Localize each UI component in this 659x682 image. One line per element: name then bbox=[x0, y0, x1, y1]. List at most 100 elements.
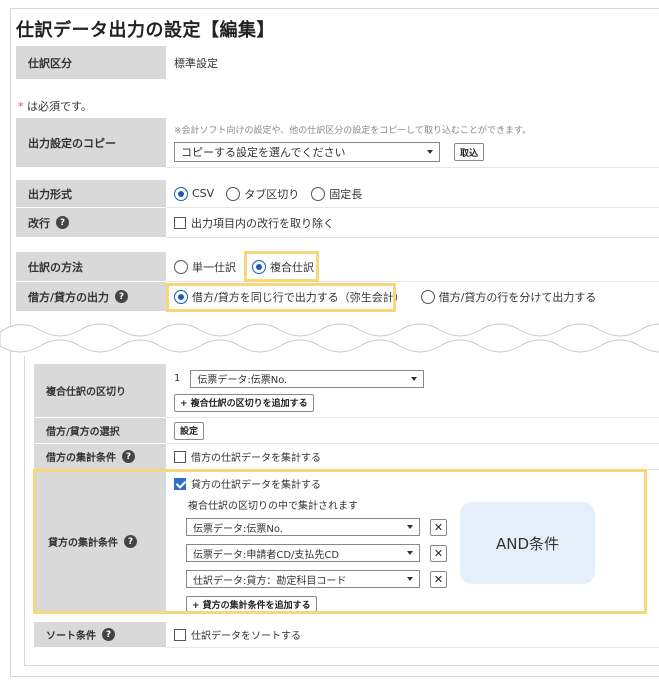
copy-settings-value: ※会計ソフト向けの設定や、他の仕訳区分の設定をコピーして取り込むことができます。… bbox=[166, 118, 659, 168]
credit-aggregate-label-text: 貸方の集計条件 bbox=[48, 538, 118, 549]
help-icon[interactable]: ? bbox=[122, 450, 135, 463]
debit-aggregate-label: 借方の集計条件? bbox=[34, 444, 166, 470]
line-break-label: 改行? bbox=[16, 208, 166, 238]
line-break-value: 出力項目内の改行を取り除く bbox=[166, 208, 659, 238]
help-icon[interactable]: ? bbox=[102, 628, 115, 641]
checkbox-icon bbox=[174, 216, 186, 229]
add-credit-condition-button[interactable]: + 貸方の集計条件を追加する bbox=[186, 596, 317, 612]
close-icon[interactable]: ✕ bbox=[430, 544, 447, 562]
compound-split-label: 複合仕訳の区切り bbox=[34, 364, 166, 418]
line-break-row: 改行? 出力項目内の改行を取り除く bbox=[16, 208, 659, 238]
debit-aggregate-label-text: 借方の集計条件 bbox=[46, 453, 116, 464]
help-icon[interactable]: ? bbox=[124, 535, 137, 548]
compound-split-row: 複合仕訳の区切り 1 伝票データ:伝票No. + 複合仕訳の区切りを追加する bbox=[34, 364, 659, 418]
checkbox-icon bbox=[174, 450, 186, 463]
radio-icon bbox=[311, 186, 326, 201]
radio-selected-icon bbox=[174, 186, 188, 201]
sort-label-text: ソート条件 bbox=[46, 631, 96, 642]
debit-credit-select-row: 借方/貸方の選択 設定 bbox=[34, 418, 659, 444]
radio-label: 単一仕訳 bbox=[192, 260, 236, 274]
debit-credit-output-label-text: 借方/貸方の出力 bbox=[28, 290, 110, 304]
copy-settings-select[interactable]: コピーする設定を選んでください bbox=[174, 142, 440, 162]
credit-condition-row-1: 伝票データ:伝票No. ✕ bbox=[186, 518, 447, 536]
debit-credit-same-line[interactable]: 借方/貸方を同じ行で出力する（弥生会計） bbox=[174, 289, 405, 305]
debit-credit-select-label: 借方/貸方の選択 bbox=[34, 418, 166, 444]
debit-credit-settings-button[interactable]: 設定 bbox=[174, 421, 205, 440]
copy-settings-row: 出力設定のコピー ※会計ソフト向けの設定や、他の仕訳区分の設定をコピーして取り込… bbox=[16, 118, 659, 168]
radio-icon bbox=[420, 290, 435, 304]
credit-aggregate-label: 貸方の集計条件? bbox=[36, 472, 166, 612]
sort-label: ソート条件? bbox=[34, 622, 166, 648]
sort-row: ソート条件? 仕訳データをソートする bbox=[34, 622, 659, 648]
close-icon[interactable]: ✕ bbox=[430, 518, 447, 536]
journal-type-row: 仕訳区分 標準設定 bbox=[16, 46, 659, 80]
credit-condition-value-1: 伝票データ:伝票No. bbox=[193, 523, 283, 535]
sort-checkbox[interactable]: 仕訳データをソートする bbox=[174, 627, 301, 642]
credit-condition-value-3: 仕訳データ:貸方：勘定科目コード bbox=[193, 575, 347, 587]
credit-condition-row-2: 伝票データ:申請者CD/支払先CD ✕ bbox=[186, 544, 447, 562]
help-icon[interactable]: ? bbox=[115, 290, 129, 303]
checkbox-label: 貸方の仕訳データを集計する bbox=[191, 480, 321, 491]
checkbox-icon bbox=[174, 628, 186, 641]
output-format-options: CSV タブ区切り 固定長 bbox=[166, 180, 659, 208]
compound-split-index: 1 bbox=[174, 373, 181, 384]
debit-credit-output-label: 借方/貸方の出力? bbox=[16, 282, 166, 312]
chevron-down-icon bbox=[407, 525, 413, 529]
radio-icon bbox=[174, 259, 188, 274]
line-break-checkbox[interactable]: 出力項目内の改行を取り除く bbox=[174, 215, 334, 231]
debit-credit-separate-lines[interactable]: 借方/貸方の行を分けて出力する bbox=[420, 289, 597, 305]
debit-credit-select-value: 設定 bbox=[166, 418, 659, 444]
debit-aggregate-checkbox[interactable]: 借方の仕訳データを集計する bbox=[174, 449, 321, 464]
credit-condition-select-2[interactable]: 伝票データ:申請者CD/支払先CD bbox=[186, 544, 420, 562]
radio-label: タブ区切り bbox=[244, 187, 300, 201]
output-format-tab[interactable]: タブ区切り bbox=[226, 186, 299, 202]
radio-label: 借方/貸方の行を分けて出力する bbox=[438, 291, 597, 304]
output-format-fixed[interactable]: 固定長 bbox=[311, 186, 362, 202]
credit-aggregate-checkbox[interactable]: 貸方の仕訳データを集計する bbox=[174, 476, 321, 491]
credit-aggregate-note: 複合仕訳の区切りの中で集計されます bbox=[188, 501, 358, 512]
chevron-down-icon bbox=[407, 551, 413, 555]
journal-type-label: 仕訳区分 bbox=[16, 46, 166, 80]
journal-method-single[interactable]: 単一仕訳 bbox=[174, 259, 236, 275]
debit-aggregate-row: 借方の集計条件? 借方の仕訳データを集計する bbox=[34, 444, 659, 470]
and-condition-callout: AND条件 bbox=[460, 502, 595, 584]
copy-settings-label: 出力設定のコピー bbox=[16, 118, 166, 168]
required-text: は必須です。 bbox=[23, 100, 92, 113]
radio-label: 複合仕訳 bbox=[270, 260, 314, 274]
compound-split-select-value: 伝票データ:伝票No. bbox=[197, 375, 288, 386]
output-format-csv[interactable]: CSV bbox=[174, 186, 215, 201]
debit-credit-output-row: 借方/貸方の出力? 借方/貸方を同じ行で出力する（弥生会計） 借方/貸方の行を分… bbox=[16, 282, 659, 312]
chevron-down-icon bbox=[411, 376, 418, 381]
credit-condition-select-1[interactable]: 伝票データ:伝票No. bbox=[186, 518, 420, 536]
compound-split-select[interactable]: 伝票データ:伝票No. bbox=[190, 369, 425, 388]
journal-method-compound[interactable]: 複合仕訳 bbox=[252, 259, 314, 275]
debit-aggregate-value: 借方の仕訳データを集計する bbox=[166, 444, 659, 470]
credit-condition-row-3: 仕訳データ:貸方：勘定科目コード ✕ bbox=[186, 570, 447, 588]
journal-type-value: 標準設定 bbox=[166, 46, 659, 80]
debit-credit-output-options: 借方/貸方を同じ行で出力する（弥生会計） 借方/貸方の行を分けて出力する bbox=[166, 282, 659, 312]
output-format-row: 出力形式 CSV タブ区切り 固定長 bbox=[16, 180, 659, 208]
checkbox-label: 借方の仕訳データを集計する bbox=[191, 453, 321, 464]
radio-selected-icon bbox=[252, 259, 266, 274]
import-button[interactable]: 取込 bbox=[454, 143, 485, 161]
checkbox-label: 仕訳データをソートする bbox=[191, 631, 301, 642]
section-break-wave bbox=[0, 323, 659, 353]
radio-selected-icon bbox=[174, 290, 188, 304]
journal-method-options: 単一仕訳 複合仕訳 bbox=[166, 252, 659, 282]
checkbox-checked-icon bbox=[174, 477, 186, 490]
credit-condition-value-2: 伝票データ:申請者CD/支払先CD bbox=[193, 549, 340, 561]
copy-settings-placeholder: コピーする設定を選んでください bbox=[181, 146, 346, 159]
radio-label: 固定長 bbox=[329, 187, 363, 201]
chevron-down-icon bbox=[427, 150, 433, 154]
compound-split-value: 1 伝票データ:伝票No. + 複合仕訳の区切りを追加する bbox=[166, 364, 659, 418]
sort-value: 仕訳データをソートする bbox=[166, 622, 659, 648]
radio-label: 借方/貸方を同じ行で出力する（弥生会計） bbox=[192, 291, 405, 304]
help-icon[interactable]: ? bbox=[56, 216, 69, 229]
radio-label: CSV bbox=[192, 187, 215, 200]
radio-icon bbox=[226, 186, 241, 201]
page-title: 仕訳データ出力の設定【編集】 bbox=[16, 20, 275, 41]
credit-condition-select-3[interactable]: 仕訳データ:貸方：勘定科目コード bbox=[186, 570, 420, 588]
close-icon[interactable]: ✕ bbox=[430, 570, 447, 588]
add-compound-split-button[interactable]: + 複合仕訳の区切りを追加する bbox=[174, 393, 314, 412]
line-break-label-text: 改行 bbox=[28, 216, 50, 230]
